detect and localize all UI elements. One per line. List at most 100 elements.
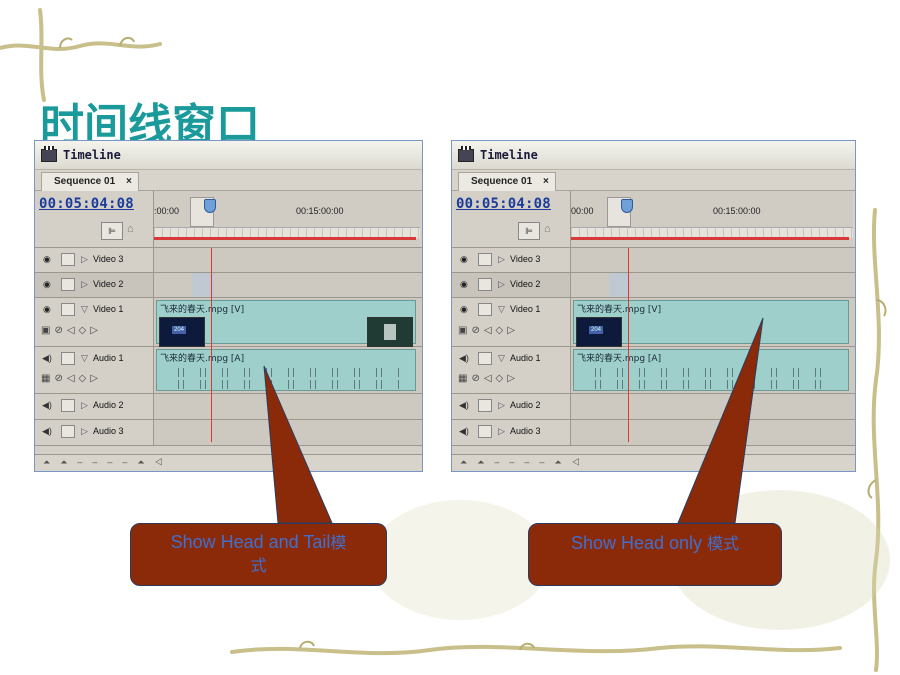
track-audio-2: ◀) ▷ Audio 2 bbox=[452, 394, 855, 420]
zoom-slider-icon[interactable]: ⏶⏶‒‒‒‒⏶◁ bbox=[43, 457, 173, 468]
lock-toggle[interactable] bbox=[478, 399, 492, 412]
speaker-icon[interactable]: ◀) bbox=[42, 353, 52, 364]
track-audio-3: ◀) ▷ Audio 3 bbox=[452, 420, 855, 446]
lock-toggle[interactable] bbox=[478, 253, 492, 266]
marker-icon[interactable]: ⌂ bbox=[544, 222, 554, 236]
speaker-icon[interactable]: ◀) bbox=[459, 353, 469, 364]
track-lane[interactable] bbox=[154, 420, 422, 445]
zoom-bar: ⏶⏶‒‒‒‒⏶◁ bbox=[452, 454, 855, 471]
triangle-collapse-icon[interactable]: ▽ bbox=[498, 304, 505, 315]
snap-button[interactable]: ⊫ bbox=[101, 222, 123, 240]
keyframe-controls-icon[interactable]: ▣⊘◁◇▷ bbox=[458, 325, 519, 336]
tab-sequence-01[interactable]: Sequence 01 × bbox=[41, 172, 139, 191]
eye-icon[interactable]: ◉ bbox=[43, 305, 55, 314]
track-name: Audio 3 bbox=[510, 426, 541, 436]
head-thumbnail: 204 bbox=[159, 317, 205, 347]
track-lane[interactable]: 飞来的春天.mpg [V] 204 bbox=[571, 298, 855, 347]
lock-toggle[interactable] bbox=[61, 352, 75, 365]
tab-sequence-01[interactable]: Sequence 01 × bbox=[458, 172, 556, 191]
person-figure bbox=[384, 324, 396, 340]
ruler-start-label: 00:00 bbox=[571, 206, 594, 216]
tab-label: Sequence 01 bbox=[54, 176, 116, 187]
lock-toggle[interactable] bbox=[61, 253, 75, 266]
playhead-handle-icon[interactable] bbox=[621, 199, 633, 213]
track-lane[interactable]: 飞来的春天.mpg [A] bbox=[154, 347, 422, 393]
eye-icon[interactable]: ◉ bbox=[460, 280, 472, 289]
snap-button[interactable]: ⊫ bbox=[518, 222, 540, 240]
lock-toggle[interactable] bbox=[61, 399, 75, 412]
playhead-handle-icon[interactable] bbox=[204, 199, 216, 213]
window-titlebar: Timeline bbox=[452, 141, 855, 170]
speaker-icon[interactable]: ◀) bbox=[42, 426, 52, 437]
triangle-collapse-icon[interactable]: ▽ bbox=[81, 304, 88, 315]
video-clip[interactable]: 飞来的春天.mpg [V] 204 bbox=[156, 300, 416, 347]
zoom-slider-icon[interactable]: ⏶⏶‒‒‒‒⏶◁ bbox=[460, 457, 590, 468]
track-lane[interactable] bbox=[154, 273, 422, 297]
current-timecode[interactable]: 00:05:04:08 bbox=[456, 196, 551, 212]
track-lane[interactable]: 飞来的春天.mpg [V] 204 bbox=[154, 298, 422, 347]
keyframe-controls-icon[interactable]: ▦⊘◁◇▷ bbox=[458, 373, 519, 384]
clip-label: 飞来的春天.mpg [V] bbox=[577, 305, 662, 315]
ruler-start-label: :00:00 bbox=[154, 206, 180, 216]
triangle-expand-icon[interactable]: ▷ bbox=[81, 279, 88, 290]
clip-label: 飞来的春天.mpg [V] bbox=[160, 305, 245, 315]
track-video-3: ◉ ▷ Video 3 bbox=[452, 248, 855, 273]
track-lane[interactable] bbox=[154, 394, 422, 419]
eye-icon[interactable]: ◉ bbox=[460, 255, 472, 264]
track-video-2: ◉ ▷ Video 2 bbox=[452, 273, 855, 298]
track-header: ◉ ▽ Video 1 ▣⊘◁◇▷ bbox=[452, 298, 571, 346]
close-icon[interactable]: × bbox=[543, 176, 549, 187]
lock-toggle[interactable] bbox=[478, 303, 492, 316]
window-title: Timeline bbox=[63, 148, 121, 162]
speaker-icon[interactable]: ◀) bbox=[42, 400, 52, 411]
marker-icon[interactable]: ⌂ bbox=[127, 222, 137, 236]
track-name: Video 3 bbox=[510, 254, 541, 264]
current-timecode[interactable]: 00:05:04:08 bbox=[39, 196, 134, 212]
audio-clip[interactable]: 飞来的春天.mpg [A] bbox=[156, 349, 416, 391]
audio-clip[interactable]: 飞来的春天.mpg [A] bbox=[573, 349, 849, 391]
zoom-bar: ⏶⏶‒‒‒‒⏶◁ bbox=[35, 454, 422, 471]
callout-head-only: Show Head only 模式 bbox=[528, 523, 782, 586]
triangle-collapse-icon[interactable]: ▽ bbox=[498, 353, 505, 364]
lock-toggle[interactable] bbox=[478, 352, 492, 365]
thumbnail-badge: 204 bbox=[589, 326, 604, 334]
lock-toggle[interactable] bbox=[61, 303, 75, 316]
track-lane[interactable] bbox=[571, 394, 855, 419]
track-video-1: ◉ ▽ Video 1 ▣⊘◁◇▷ 飞来的春天.mpg [V] 204 bbox=[35, 298, 422, 347]
triangle-expand-icon[interactable]: ▷ bbox=[81, 400, 88, 411]
time-ruler[interactable]: 00:00 00:15:00:00 bbox=[570, 191, 853, 247]
tab-row: Sequence 01 × bbox=[452, 170, 855, 191]
lock-toggle[interactable] bbox=[61, 425, 75, 438]
track-lane[interactable] bbox=[571, 420, 855, 445]
triangle-expand-icon[interactable]: ▷ bbox=[498, 400, 505, 411]
keyframe-controls-icon[interactable]: ▦⊘◁◇▷ bbox=[41, 373, 102, 384]
triangle-collapse-icon[interactable]: ▽ bbox=[81, 353, 88, 364]
eye-icon[interactable]: ◉ bbox=[460, 305, 472, 314]
time-ruler[interactable]: :00:00 00:15:00:00 bbox=[153, 191, 420, 247]
timeline-header: 00:05:04:08 ⊫ ⌂ 00:00 00:15:00:00 bbox=[452, 191, 855, 248]
callout-text-cjk: 模式 bbox=[707, 534, 740, 553]
track-lane[interactable]: 飞来的春天.mpg [A] bbox=[571, 347, 855, 393]
eye-icon[interactable]: ◉ bbox=[43, 280, 55, 289]
clip-label: 飞来的春天.mpg [A] bbox=[577, 354, 662, 364]
lock-toggle[interactable] bbox=[478, 278, 492, 291]
speaker-icon[interactable]: ◀) bbox=[459, 426, 469, 437]
triangle-expand-icon[interactable]: ▷ bbox=[498, 254, 505, 265]
lock-toggle[interactable] bbox=[478, 425, 492, 438]
video-clip[interactable]: 飞来的春天.mpg [V] 204 bbox=[573, 300, 849, 347]
track-header: ◉ ▷ Video 3 bbox=[35, 248, 154, 272]
lock-toggle[interactable] bbox=[61, 278, 75, 291]
track-lane[interactable] bbox=[154, 248, 422, 272]
eye-icon[interactable]: ◉ bbox=[43, 255, 55, 264]
triangle-expand-icon[interactable]: ▷ bbox=[498, 426, 505, 437]
triangle-expand-icon[interactable]: ▷ bbox=[498, 279, 505, 290]
track-lane[interactable] bbox=[571, 273, 855, 297]
track-lane[interactable] bbox=[571, 248, 855, 272]
keyframe-controls-icon[interactable]: ▣⊘◁◇▷ bbox=[41, 325, 102, 336]
speaker-icon[interactable]: ◀) bbox=[459, 400, 469, 411]
close-icon[interactable]: × bbox=[126, 176, 132, 187]
triangle-expand-icon[interactable]: ▷ bbox=[81, 254, 88, 265]
playhead-line bbox=[628, 248, 629, 442]
callout-text-cjk: 模 bbox=[330, 533, 347, 552]
triangle-expand-icon[interactable]: ▷ bbox=[81, 426, 88, 437]
